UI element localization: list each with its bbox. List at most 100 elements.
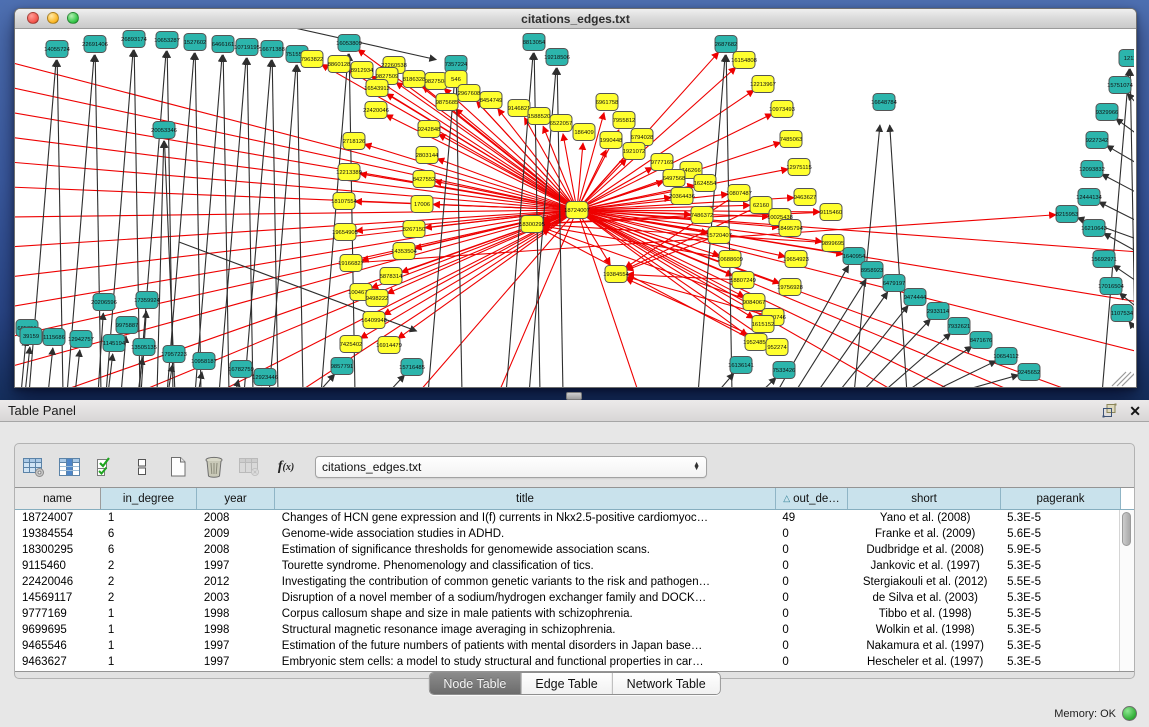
column-header-title[interactable]: title: [275, 488, 776, 509]
network-node[interactable]: 20053346: [151, 122, 177, 139]
network-node[interactable]: 7932621: [948, 318, 971, 335]
network-node[interactable]: 19654905: [332, 224, 358, 241]
close-panel-icon[interactable]: ✕: [1129, 404, 1141, 418]
network-table-select[interactable]: citations_edges.txt ▲▼: [315, 456, 707, 478]
network-node[interactable]: 10653287: [154, 32, 180, 49]
network-graph[interactable]: 1405572422691406268931741065328715276026…: [15, 29, 1134, 387]
network-node[interactable]: 19756928: [777, 279, 803, 296]
network-node[interactable]: 15720407: [706, 227, 732, 244]
network-node[interactable]: 8912934: [351, 62, 374, 79]
network-node[interactable]: 9875685: [436, 94, 459, 111]
network-node[interactable]: 9899695: [822, 235, 845, 252]
network-node[interactable]: 6479197: [883, 275, 906, 292]
network-node[interactable]: 1588520: [528, 108, 551, 125]
network-node[interactable]: 12213389: [336, 164, 362, 181]
new-table-icon[interactable]: [165, 455, 191, 479]
network-node[interactable]: 16782759: [228, 361, 254, 378]
network-node[interactable]: 19654923: [783, 251, 809, 268]
network-node[interactable]: 19218506: [544, 49, 570, 66]
network-node[interactable]: 8813054: [523, 34, 546, 51]
network-node[interactable]: 1145194: [103, 335, 126, 352]
network-node[interactable]: 2967608: [458, 85, 481, 102]
network-node[interactable]: 16154808: [731, 52, 757, 69]
network-node[interactable]: 16136141: [728, 357, 754, 374]
network-node[interactable]: 9463627: [794, 189, 817, 206]
network-node[interactable]: 9975887: [116, 317, 139, 334]
column-header-short[interactable]: short: [848, 488, 1001, 509]
network-node[interactable]: 16210643: [1081, 220, 1107, 237]
table-row[interactable]: 1938455462009Genome-wide association stu…: [15, 526, 1120, 542]
table-row[interactable]: 946362711997Embryonic stem cells: a mode…: [15, 654, 1120, 670]
network-node[interactable]: 9245652: [1018, 364, 1041, 381]
table-scrollbar-thumb[interactable]: [1122, 512, 1131, 546]
table-row[interactable]: 969969511998Structural magnetic resonanc…: [15, 622, 1120, 638]
network-node[interactable]: 12923446: [252, 369, 278, 386]
network-node[interactable]: 10654112: [993, 348, 1018, 365]
show-columns-icon[interactable]: [57, 455, 83, 479]
tab-edge-table[interactable]: Edge Table: [520, 673, 611, 694]
network-node[interactable]: 186409: [573, 124, 595, 141]
network-node[interactable]: 8186328: [403, 71, 426, 88]
network-node[interactable]: 16671388: [259, 41, 285, 58]
network-node[interactable]: 19524851: [743, 334, 769, 351]
network-node[interactable]: 6466161: [212, 36, 235, 53]
network-node[interactable]: 18807249: [730, 272, 756, 289]
table-row[interactable]: 946554611997Estimation of the future num…: [15, 638, 1120, 654]
network-node[interactable]: 39159: [20, 328, 42, 345]
table-scrollbar[interactable]: [1119, 510, 1134, 671]
tab-node-table[interactable]: Node Table: [429, 673, 520, 694]
network-window-titlebar[interactable]: citations_edges.txt: [15, 9, 1136, 29]
network-node[interactable]: 1115686: [43, 329, 65, 346]
network-node[interactable]: 10973493: [769, 101, 795, 118]
network-node[interactable]: 17006: [411, 196, 433, 213]
network-node[interactable]: 62160: [750, 197, 772, 214]
zoom-window-icon[interactable]: [67, 12, 79, 24]
network-node[interactable]: 15716485: [399, 359, 425, 376]
network-node[interactable]: 22420046: [363, 102, 389, 119]
network-node[interactable]: 2718126: [343, 133, 366, 150]
network-node[interactable]: 12093832: [1079, 161, 1105, 178]
network-node[interactable]: 1211: [1119, 50, 1134, 67]
float-panel-icon[interactable]: [1102, 403, 1117, 418]
network-node[interactable]: 10958187: [191, 353, 217, 370]
network-node[interactable]: 1921072: [623, 143, 646, 160]
network-node[interactable]: 9474444: [904, 289, 927, 306]
network-node[interactable]: 15751074: [1107, 77, 1134, 94]
network-node[interactable]: 16053809: [336, 35, 362, 52]
network-node[interactable]: 7533426: [773, 362, 796, 379]
network-node[interactable]: 17359924: [134, 292, 161, 309]
network-node[interactable]: 14353504: [391, 243, 418, 260]
table-row[interactable]: 1872400712008Changes of HCN gene express…: [15, 510, 1120, 526]
network-node[interactable]: 8454749: [480, 92, 503, 109]
network-node[interactable]: 9242848: [418, 121, 441, 138]
table-row[interactable]: 1830029562008Estimation of significance …: [15, 542, 1120, 558]
network-node[interactable]: 19384554: [603, 266, 630, 283]
network-node[interactable]: 1990448: [600, 132, 623, 149]
network-node[interactable]: 20206596: [91, 294, 117, 311]
network-node[interactable]: 15692971: [1091, 251, 1117, 268]
row-height-icon[interactable]: [129, 455, 155, 479]
network-node[interactable]: 1527602: [184, 34, 207, 51]
column-header-name[interactable]: name: [15, 488, 101, 509]
network-node[interactable]: 12444134: [1076, 189, 1103, 206]
network-node[interactable]: 9115460: [820, 204, 842, 221]
network-node[interactable]: 9857791: [331, 358, 354, 375]
table-row[interactable]: 1456911722003Disruption of a novel membe…: [15, 590, 1120, 606]
network-node[interactable]: 7425402: [340, 336, 363, 353]
network-node[interactable]: 8860128: [328, 56, 351, 73]
network-node[interactable]: 9084067: [743, 294, 766, 311]
column-header-pagerank[interactable]: pagerank: [1001, 488, 1121, 509]
network-node[interactable]: 2687682: [715, 36, 738, 53]
network-node[interactable]: 1624554: [694, 175, 717, 192]
network-node[interactable]: 13505135: [131, 339, 157, 356]
network-node[interactable]: 12213967: [750, 76, 776, 93]
network-node[interactable]: 8267150: [403, 221, 426, 238]
network-node[interactable]: 6961758: [596, 94, 619, 111]
network-node[interactable]: 18300295: [519, 216, 545, 233]
network-node[interactable]: 12942757: [68, 331, 94, 348]
table-row[interactable]: 977716911998Corpus callosum shape and si…: [15, 606, 1120, 622]
network-node[interactable]: 7485063: [780, 131, 803, 148]
memory-status-button[interactable]: [1122, 706, 1137, 721]
network-node[interactable]: 20364436: [669, 188, 695, 205]
network-node[interactable]: 17957223: [161, 346, 187, 363]
